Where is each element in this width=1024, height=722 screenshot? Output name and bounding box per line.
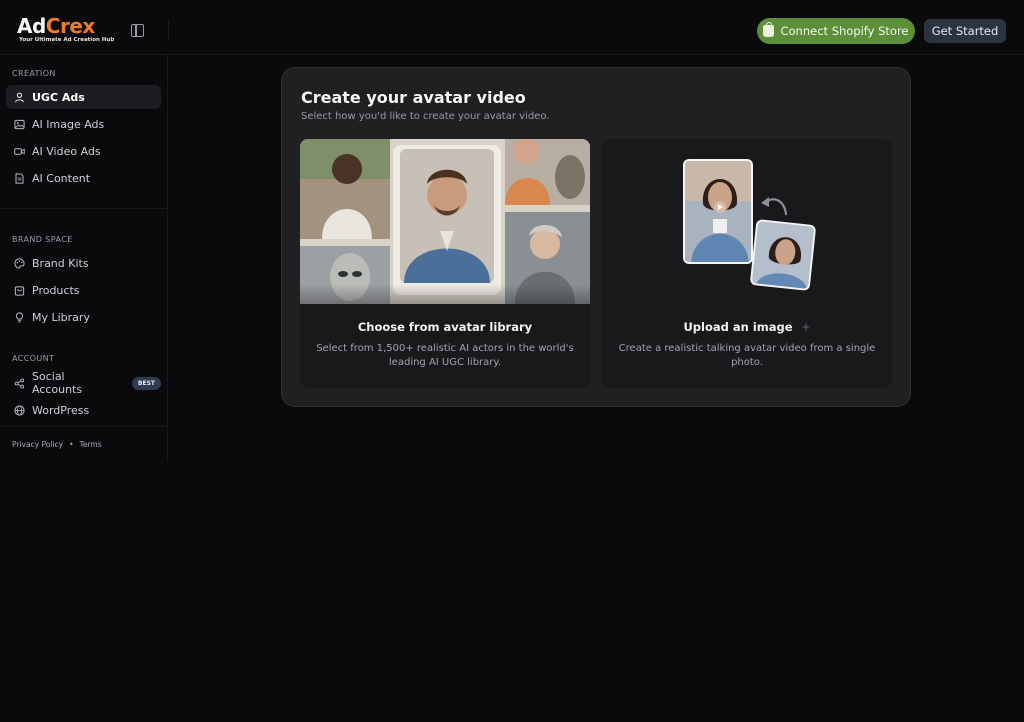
avatar-library-description: Select from 1,500+ realistic AI actors i…	[316, 343, 574, 368]
sidebar-item-label: Brand Kits	[32, 256, 89, 270]
rotate-arrow-icon	[761, 197, 788, 216]
lightbulb-icon	[14, 311, 25, 323]
palette-icon	[14, 257, 25, 269]
section-label-account: ACCOUNT	[12, 354, 55, 363]
card-title: Create your avatar video	[301, 88, 526, 107]
sidebar-item-label: AI Image Ads	[32, 117, 105, 131]
sidebar-footer: Privacy Policy • Terms	[12, 440, 102, 449]
sidebar-item-my-library[interactable]: My Library	[6, 305, 161, 329]
upload-image-title-text: Upload an image	[683, 320, 793, 334]
create-avatar-card: Create your avatar video Select how you'…	[281, 67, 911, 407]
logo-tagline: Your Ultimate Ad Creation Hub	[19, 37, 115, 43]
sidebar-item-label: Social Accounts	[32, 370, 83, 396]
get-started-button[interactable]: Get Started	[924, 19, 1006, 43]
shopping-bag-icon	[14, 285, 25, 296]
avatar-library-option[interactable]: Choose from avatar library Select from 1…	[300, 139, 590, 388]
header-divider	[168, 20, 169, 40]
sidebar-item-ai-image-ads[interactable]: AI Image Ads	[6, 112, 161, 136]
upload-image-description: Create a realistic talking avatar video …	[618, 343, 876, 368]
sidebar-item-social-accounts[interactable]: Social Accounts BEST	[6, 370, 161, 396]
connect-shopify-label: Connect Shopify Store	[780, 24, 909, 38]
top-header: AdCrex Your Ultimate Ad Creation Hub Con…	[0, 0, 1024, 55]
upload-image-option[interactable]: Upload an image Create a realistic talki…	[602, 139, 892, 388]
sidebar-item-ai-content[interactable]: AI Content	[6, 166, 161, 190]
video-icon	[14, 146, 25, 157]
card-subtitle: Select how you'd like to create your ava…	[301, 111, 550, 122]
globe-icon	[14, 404, 25, 416]
avatar-library-title: Choose from avatar library	[357, 320, 533, 334]
terms-link[interactable]: Terms	[80, 440, 102, 449]
user-icon	[14, 92, 25, 103]
privacy-policy-link[interactable]: Privacy Policy	[12, 440, 63, 449]
best-badge: BEST	[131, 376, 161, 390]
adcrex-logo[interactable]: AdCrex Your Ultimate Ad Creation Hub	[17, 14, 115, 44]
logo-text-ad: Ad	[17, 14, 46, 38]
sidebar-item-brand-kits[interactable]: Brand Kits	[6, 251, 161, 275]
avatar-result-photo-image	[749, 219, 817, 291]
sidebar-item-label: Products	[32, 283, 80, 297]
logo-text-crex: Crex	[45, 14, 96, 38]
document-icon	[14, 172, 25, 184]
share-icon	[14, 377, 25, 389]
sidebar-item-label: My Library	[32, 310, 90, 324]
section-label-brand-space: BRAND SPACE	[12, 235, 73, 244]
uploaded-photo-image	[683, 159, 753, 264]
image-icon	[14, 119, 25, 130]
sidebar-item-label: WordPress	[32, 403, 90, 417]
sidebar-divider	[0, 208, 167, 209]
sidebar-item-label: AI Content	[32, 171, 91, 185]
footer-separator: •	[69, 440, 74, 449]
sidebar-divider	[0, 426, 167, 427]
sidebar-item-ai-video-ads[interactable]: AI Video Ads	[6, 139, 161, 163]
sidebar-item-label: AI Video Ads	[32, 144, 101, 158]
avatar-collage-image	[300, 139, 590, 304]
sidebar-item-products[interactable]: Products	[6, 278, 161, 302]
sparkle-icon	[800, 322, 811, 332]
sidebar-item-label: UGC Ads	[32, 90, 85, 104]
sidebar: CREATION UGC Ads AI Image Ads AI Video A…	[0, 55, 168, 461]
sidebar-item-wordpress[interactable]: WordPress	[6, 398, 161, 422]
sidebar-toggle-icon[interactable]	[131, 24, 144, 37]
section-label-creation: CREATION	[12, 69, 56, 78]
sidebar-item-ugc-ads[interactable]: UGC Ads	[6, 85, 161, 109]
shopify-bag-icon	[763, 22, 775, 37]
connect-shopify-button[interactable]: Connect Shopify Store	[757, 18, 915, 44]
upload-image-title: Upload an image	[602, 320, 892, 334]
